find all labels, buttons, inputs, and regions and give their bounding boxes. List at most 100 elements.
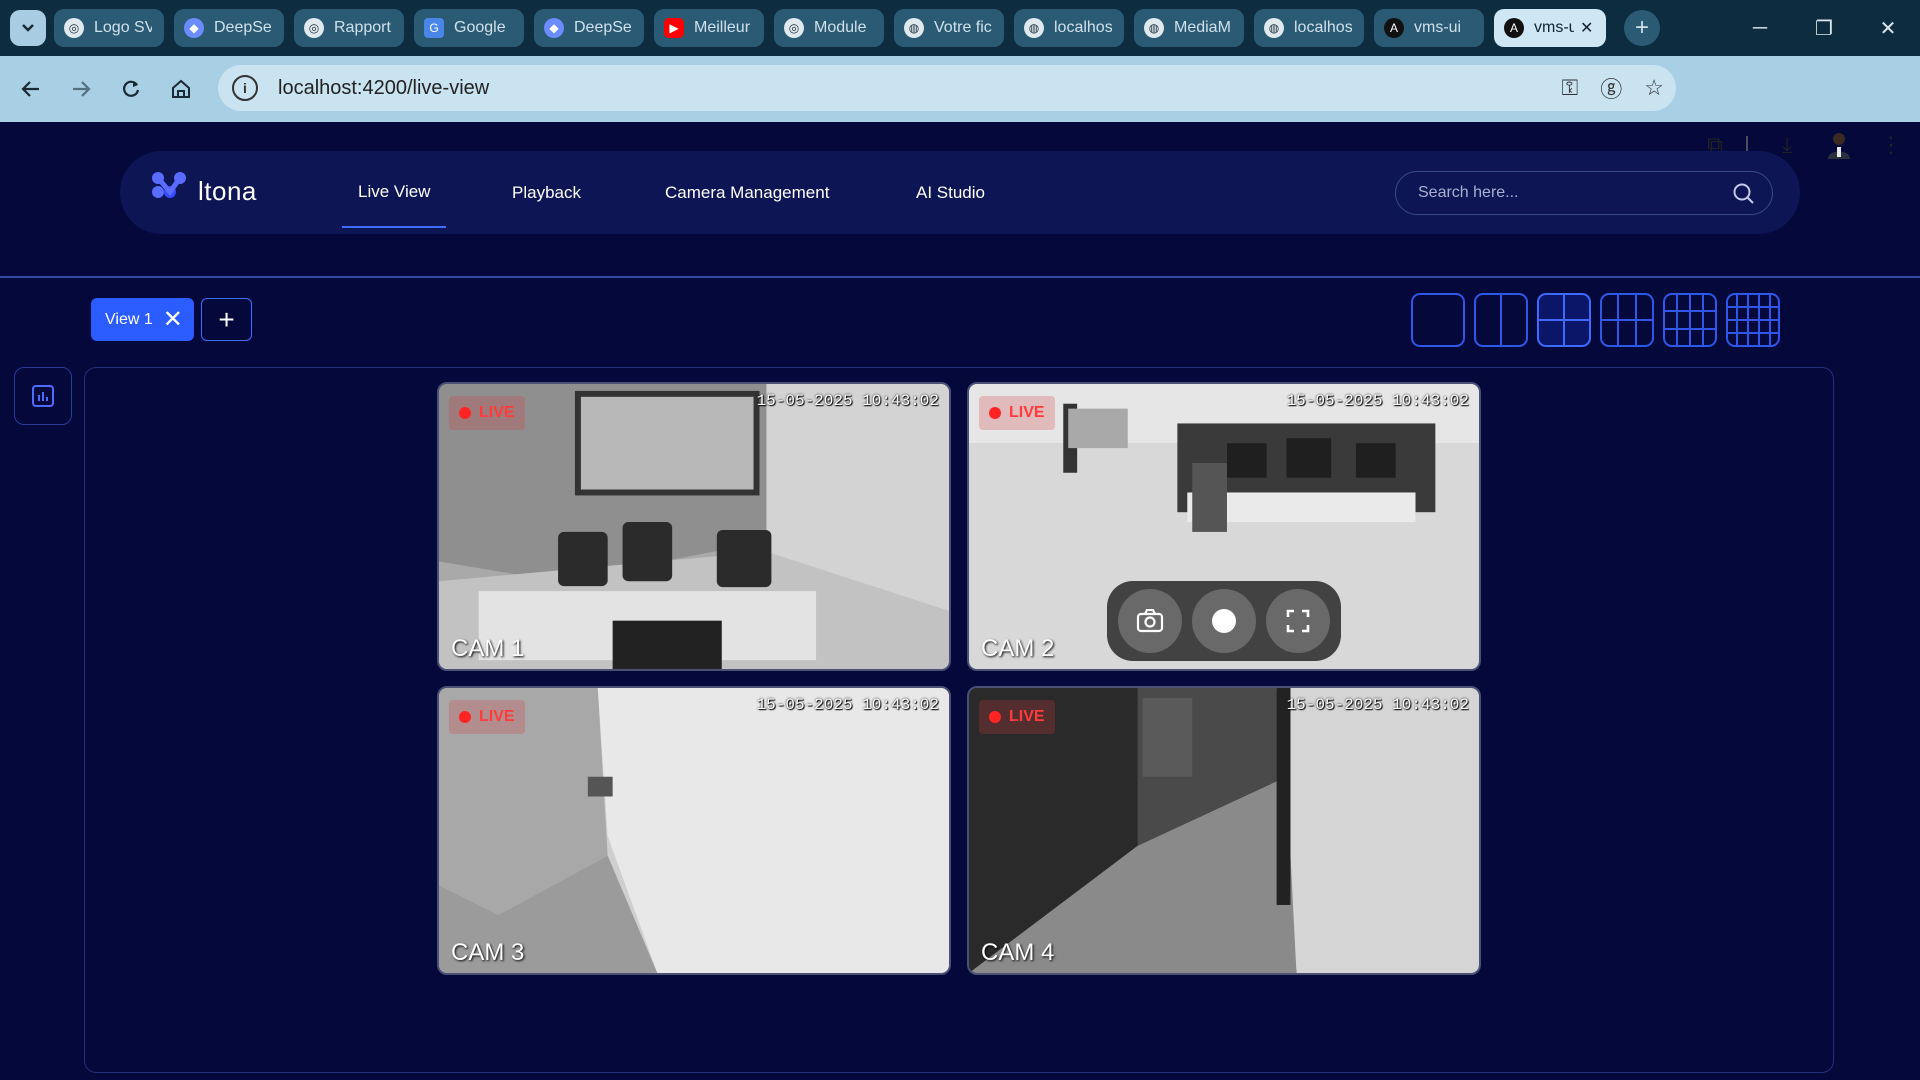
search-input[interactable]: [1418, 184, 1718, 202]
minimize-button[interactable]: ─: [1728, 0, 1792, 56]
avatar: [1828, 133, 1850, 159]
camera-tile-3[interactable]: LIVE 15-05-2025 10:43:02 CAM 3: [437, 686, 951, 975]
youtube-icon: ▶: [664, 18, 684, 38]
live-badge: LIVE: [449, 396, 525, 430]
browser-toolbar: i localhost:4200/live-view ⚿ ⓖ ☆ ⧉ | ⤓ ⋮: [0, 56, 1920, 159]
live-badge: LIVE: [979, 700, 1055, 734]
globe-icon: ◍: [1264, 18, 1284, 38]
layout-2x2-icon[interactable]: [1537, 293, 1591, 347]
search-icon[interactable]: [1732, 182, 1756, 206]
camera-icon: [1136, 609, 1164, 633]
layout-selector: [1411, 293, 1780, 347]
home-button[interactable]: [156, 64, 206, 114]
live-badge: LIVE: [979, 396, 1055, 430]
new-tab-button[interactable]: +: [1624, 10, 1660, 46]
camera-controls: [1107, 581, 1341, 661]
view-tab-label: View 1: [105, 310, 153, 328]
browser-tab[interactable]: ◍ localhost: [1014, 9, 1124, 47]
globe-icon: ◍: [1144, 18, 1164, 38]
live-dot-icon: [459, 711, 471, 723]
browser-menu-icon[interactable]: ⋮: [1866, 112, 1916, 178]
browser-tab[interactable]: ◆DeepSeek: [174, 9, 284, 47]
layout-3x3-icon[interactable]: [1600, 293, 1654, 347]
camera-name: CAM 3: [451, 939, 525, 966]
chatgpt-icon: ◎: [304, 18, 324, 38]
logo-text: ltona: [198, 175, 257, 206]
timestamp: 15-05-2025 10:43:02: [756, 392, 939, 410]
view-tab-view-1[interactable]: View 1 ✕: [91, 298, 194, 341]
reload-button[interactable]: [106, 64, 156, 114]
deepseek-icon: ◆: [544, 18, 564, 38]
browser-tab[interactable]: ◎ Rapport: [294, 9, 404, 47]
live-dot-icon: [459, 407, 471, 419]
analytics-toggle-button[interactable]: [14, 367, 72, 425]
camera-tile-2[interactable]: LIVE 15-05-2025 10:43:02 CAM 2: [967, 382, 1481, 671]
arrow-right-icon: [73, 81, 91, 97]
globe-icon: ◍: [1024, 18, 1044, 38]
browser-tab-bar: ◎Logo SVG ◆DeepSeek ◎Rapport GGoogle ◆De…: [0, 0, 1920, 56]
password-key-icon[interactable]: ⚿: [1562, 75, 1579, 101]
camera-tile-1[interactable]: LIVE 15-05-2025 10:43:02 CAM 1: [437, 382, 951, 671]
layout-1x2-icon[interactable]: [1474, 293, 1528, 347]
logo-icon: [152, 172, 186, 198]
camera-name: CAM 1: [451, 635, 525, 662]
window-controls: ─ ❐ ✕: [1728, 0, 1920, 56]
profile-avatar[interactable]: [1814, 112, 1864, 178]
browser-tab[interactable]: ◎Logo SVG: [54, 9, 164, 47]
site-info-icon[interactable]: i: [232, 75, 258, 101]
live-badge: LIVE: [449, 700, 525, 734]
browser-tab[interactable]: ▶ Meilleur: [654, 9, 764, 47]
record-button[interactable]: [1192, 589, 1256, 653]
browser-tab[interactable]: Avms-ui: [1374, 9, 1484, 47]
search-box: [1395, 171, 1773, 215]
plus-icon: +: [218, 303, 235, 335]
camera-name: CAM 4: [981, 939, 1055, 966]
close-window-button[interactable]: ✕: [1856, 0, 1920, 56]
chart-icon: [32, 385, 54, 407]
forward-button[interactable]: [56, 64, 106, 114]
deepseek-icon: ◆: [184, 18, 204, 38]
browser-tab[interactable]: G Google: [414, 9, 524, 47]
camera-name: CAM 2: [981, 635, 1055, 662]
restore-button[interactable]: ❐: [1792, 0, 1856, 56]
browser-tab[interactable]: ◎ Module: [774, 9, 884, 47]
nav-playback[interactable]: Playback: [512, 151, 581, 234]
browser-tab[interactable]: ◆DeepSeek: [534, 9, 644, 47]
back-button[interactable]: [6, 64, 56, 114]
chatgpt-icon: ◎: [64, 18, 84, 38]
angular-icon: A: [1384, 18, 1404, 38]
browser-tab-active[interactable]: Avms-ui✕: [1494, 9, 1606, 47]
layout-4x4-icon[interactable]: [1663, 293, 1717, 347]
layout-5x5-icon[interactable]: [1726, 293, 1780, 347]
nav-live-view[interactable]: Live View: [342, 158, 447, 228]
timestamp: 15-05-2025 10:43:02: [1286, 392, 1469, 410]
app-logo[interactable]: ltona: [150, 171, 257, 211]
snapshot-button[interactable]: [1118, 589, 1182, 653]
add-view-button[interactable]: +: [201, 298, 252, 341]
timestamp: 15-05-2025 10:43:02: [756, 696, 939, 714]
bookmark-star-icon[interactable]: ☆: [1644, 75, 1664, 101]
nav-camera-management[interactable]: Camera Management: [665, 151, 829, 234]
globe-icon: ◍: [904, 18, 924, 38]
close-icon[interactable]: ✕: [163, 307, 183, 332]
app-header: ltona Live View Playback Camera Manageme…: [120, 151, 1800, 234]
live-dot-icon: [989, 407, 1001, 419]
browser-tab[interactable]: ◍ localhost: [1254, 9, 1364, 47]
home-icon: [172, 79, 190, 98]
header-divider: [0, 276, 1920, 278]
fullscreen-button[interactable]: [1266, 589, 1330, 653]
browser-tab[interactable]: ◍ MediaM: [1134, 9, 1244, 47]
translate-icon[interactable]: ⓖ: [1600, 72, 1622, 104]
tab-search-button[interactable]: [10, 10, 46, 46]
chatgpt-icon: ◎: [784, 18, 804, 38]
browser-tab[interactable]: ◍ Votre fic: [894, 9, 1004, 47]
nav-ai-studio[interactable]: AI Studio: [916, 151, 985, 234]
layout-1x1-icon[interactable]: [1411, 293, 1465, 347]
close-tab-icon[interactable]: ✕: [1580, 18, 1593, 38]
url-text[interactable]: localhost:4200/live-view: [278, 77, 489, 100]
address-bar[interactable]: i localhost:4200/live-view ⚿ ⓖ ☆: [218, 65, 1676, 111]
live-dot-icon: [989, 711, 1001, 723]
camera-tile-4[interactable]: LIVE 15-05-2025 10:43:02 CAM 4: [967, 686, 1481, 975]
camera-grid-panel: [84, 367, 1834, 1073]
timestamp: 15-05-2025 10:43:02: [1286, 696, 1469, 714]
